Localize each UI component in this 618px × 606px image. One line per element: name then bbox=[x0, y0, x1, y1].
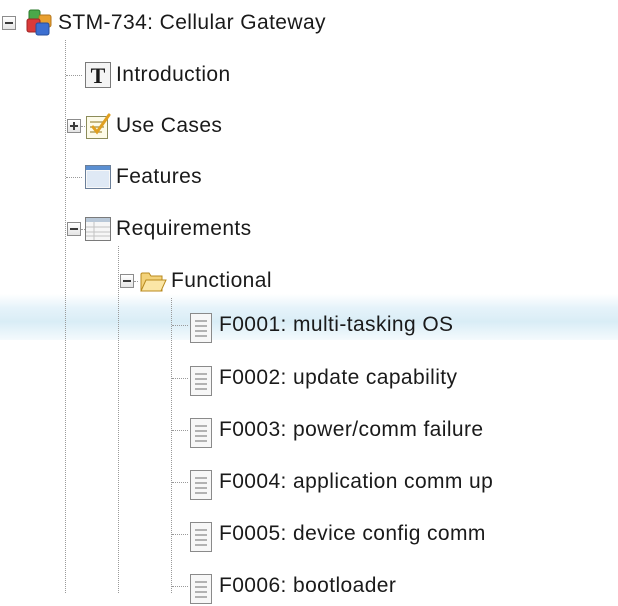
table-icon bbox=[84, 215, 112, 243]
tree-node-label: F0005: device config comm bbox=[219, 522, 486, 545]
document-icon bbox=[187, 416, 215, 448]
tree-guide-line bbox=[172, 534, 188, 535]
tree-node-label: F0002: update capability bbox=[219, 366, 458, 389]
collapse-toggle-requirements[interactable] bbox=[67, 222, 81, 236]
tree-node-requirement[interactable]: F0003: power/comm failure bbox=[187, 413, 484, 448]
tree-node-requirement[interactable]: F0006: bootloader bbox=[187, 569, 397, 604]
document-icon bbox=[187, 364, 215, 396]
tree-node-requirements[interactable]: Requirements bbox=[84, 212, 252, 246]
tree-guide-line bbox=[172, 378, 188, 379]
collapse-toggle-functional[interactable] bbox=[120, 274, 134, 288]
tree-node-label: Requirements bbox=[116, 217, 252, 240]
svg-text:T: T bbox=[91, 63, 106, 88]
tree-guide-line bbox=[65, 40, 66, 593]
collapse-toggle-root[interactable] bbox=[2, 16, 16, 30]
tree-node-root[interactable]: STM-734: Cellular Gateway bbox=[26, 6, 326, 40]
tree-node-label: Features bbox=[116, 165, 203, 188]
tree-guide-line bbox=[172, 325, 188, 326]
tree-guide-line bbox=[118, 246, 119, 593]
tree-node-label: F0004: application comm up bbox=[219, 470, 494, 493]
tree-node-features[interactable]: Features bbox=[84, 160, 202, 194]
tree-node-label: Functional bbox=[171, 269, 272, 292]
tree-node-label: F0006: bootloader bbox=[219, 574, 397, 597]
tree-guide-line bbox=[172, 586, 188, 587]
colored-cubes-icon bbox=[26, 9, 54, 37]
tree-guide-line bbox=[134, 281, 138, 282]
document-icon bbox=[187, 468, 215, 500]
tree-guide-line bbox=[66, 75, 82, 76]
tree-node-label: Use Cases bbox=[116, 114, 223, 137]
document-icon bbox=[187, 520, 215, 552]
tree-guide-line bbox=[172, 430, 188, 431]
tree-node-label: F0001: multi-tasking OS bbox=[219, 313, 454, 336]
window-icon bbox=[84, 163, 112, 191]
tree-node-requirement[interactable]: F0004: application comm up bbox=[187, 465, 494, 500]
tree-node-requirement[interactable]: F0001: multi-tasking OS bbox=[187, 308, 454, 343]
tree-node-requirement[interactable]: F0002: update capability bbox=[187, 361, 458, 396]
tree-node-use-cases[interactable]: Use Cases bbox=[84, 109, 222, 143]
project-tree: STM-734: Cellular Gateway T Introduction… bbox=[0, 0, 618, 604]
checklist-icon bbox=[84, 112, 112, 140]
tree-node-introduction[interactable]: T Introduction bbox=[84, 58, 231, 92]
document-icon bbox=[187, 311, 215, 343]
tree-guide-line bbox=[172, 482, 188, 483]
tree-guide-line bbox=[66, 177, 82, 178]
tree-node-functional[interactable]: Functional bbox=[139, 264, 272, 298]
expand-toggle-use-cases[interactable] bbox=[67, 119, 81, 133]
tree-node-label: Introduction bbox=[116, 63, 231, 86]
tree-node-label: F0003: power/comm failure bbox=[219, 418, 484, 441]
tree-node-label: STM-734: Cellular Gateway bbox=[58, 11, 326, 34]
tree-guide-line bbox=[171, 298, 172, 593]
text-t-icon: T bbox=[84, 61, 112, 89]
tree-node-requirement[interactable]: F0005: device config comm bbox=[187, 517, 486, 552]
document-icon bbox=[187, 572, 215, 604]
open-folder-icon bbox=[139, 267, 167, 295]
